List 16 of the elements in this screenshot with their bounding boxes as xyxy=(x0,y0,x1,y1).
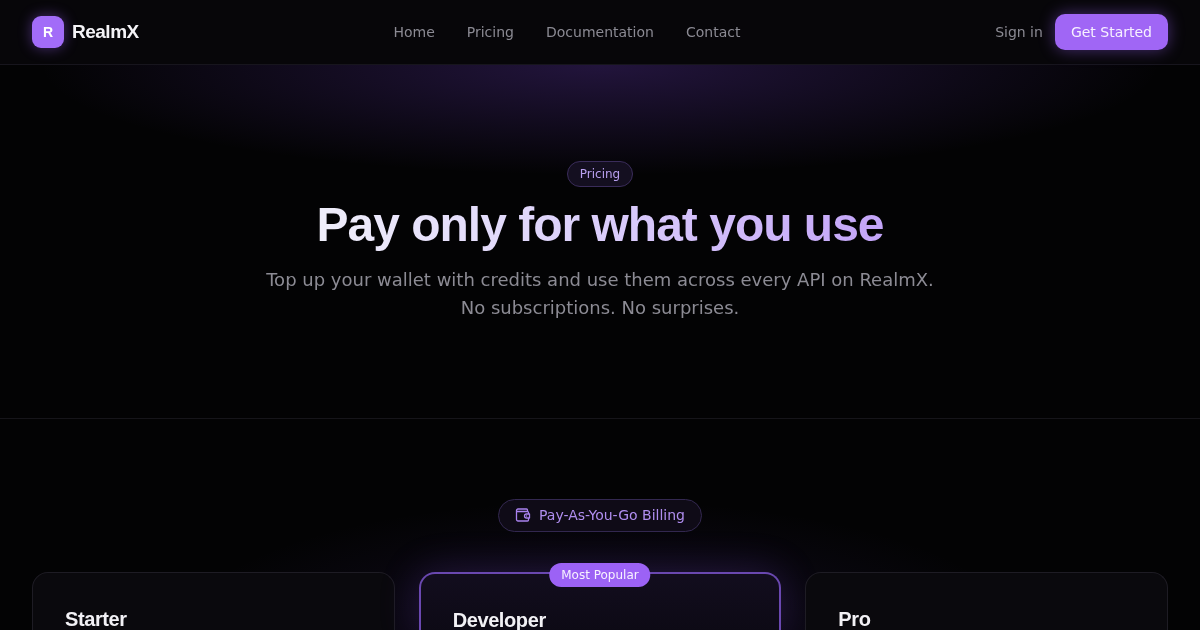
get-started-button[interactable]: Get Started xyxy=(1054,14,1168,50)
brand-logo[interactable]: R xyxy=(32,16,64,48)
brand-name[interactable]: RealmX xyxy=(72,17,139,47)
plan-name: Starter xyxy=(65,606,128,630)
wallet-icon xyxy=(515,507,532,524)
section-badge: Pricing xyxy=(566,161,634,187)
nav-link[interactable]: Contact xyxy=(685,21,741,43)
nav-link[interactable]: Pricing xyxy=(466,21,514,43)
popular-badge: Most Popular xyxy=(549,562,651,587)
hero-subtitle: Top up your wallet with credits and use them across every API on RealmX. No subscriptions. No surprises. xyxy=(266,267,934,320)
nav-link[interactable]: Home xyxy=(393,21,435,43)
plan-name: Pro xyxy=(838,606,872,630)
plan-name: Developer xyxy=(452,607,547,630)
nav-link[interactable]: Documentation xyxy=(546,21,654,43)
sign-in-link[interactable]: Sign in xyxy=(995,21,1043,43)
billing-badge-label: Pay-As-You-Go Billing xyxy=(539,505,685,525)
